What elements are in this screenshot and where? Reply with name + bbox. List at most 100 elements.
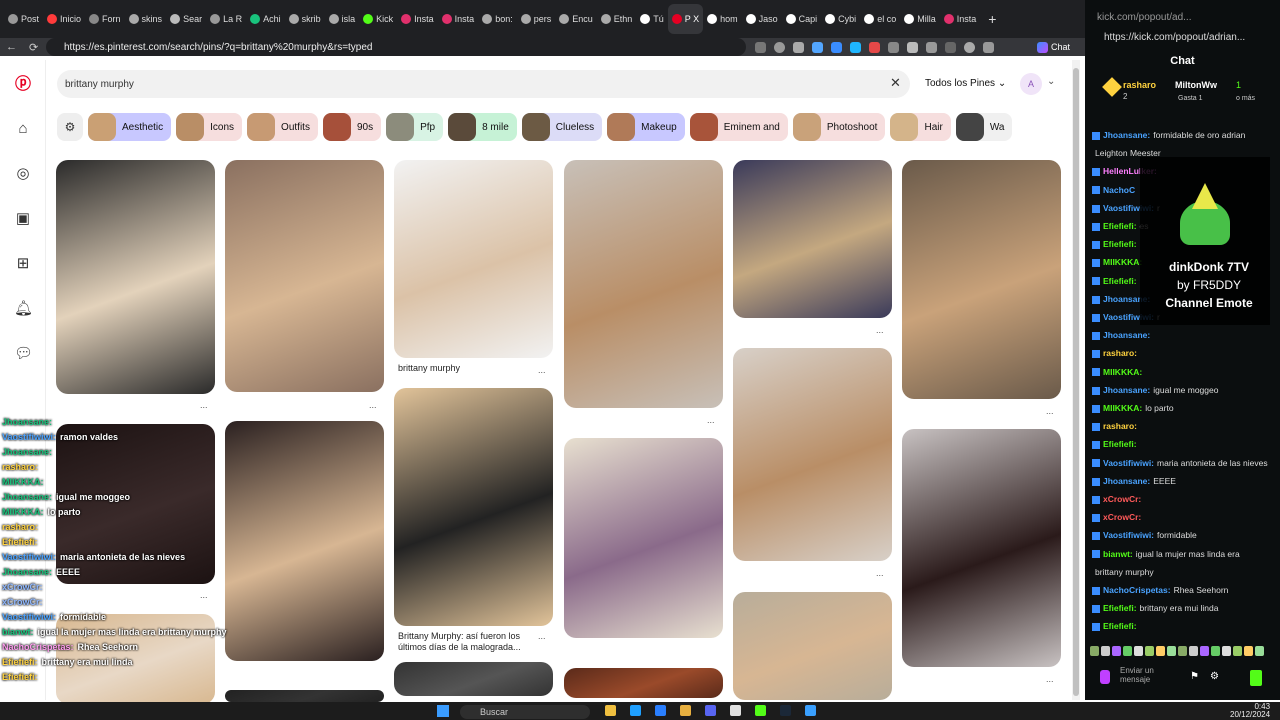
browser-tab[interactable]: Tú (636, 4, 668, 34)
copilot-chat-button[interactable]: Chat (1037, 38, 1070, 56)
new-tab-icon[interactable]: + (980, 11, 1004, 27)
chat-username[interactable]: Efiefiefi: (1103, 603, 1137, 613)
chat-username[interactable]: Efiefiefi: (1103, 439, 1137, 449)
browser-tab[interactable]: isla (325, 4, 360, 34)
pin-image[interactable] (902, 160, 1061, 399)
browser-tab[interactable]: Milla (900, 4, 940, 34)
more-options-icon[interactable]: ... (707, 415, 715, 425)
pin-image[interactable] (564, 668, 723, 698)
browser-tab[interactable]: Achi (246, 4, 285, 34)
explore-icon[interactable]: ◎ (14, 165, 32, 183)
send-button[interactable] (1250, 670, 1262, 686)
browser-tab[interactable]: Cybi (821, 4, 860, 34)
boards-icon[interactable]: ▣ (14, 210, 32, 228)
browser-tab[interactable]: Forn (85, 4, 125, 34)
browser-tab[interactable]: La R (206, 4, 246, 34)
chat-input[interactable]: Enviar un mensaje ⚑ ⚙ (1090, 666, 1265, 692)
emote-icon[interactable] (1222, 646, 1231, 656)
emote-icon[interactable] (1123, 646, 1132, 656)
system-clock[interactable]: 0:43 20/12/2024 (1230, 703, 1270, 719)
filter-chip[interactable]: 8 mile (448, 113, 517, 141)
pin-image[interactable] (225, 160, 384, 392)
extension-icon[interactable] (869, 41, 880, 53)
chat-username[interactable]: Efiefiefi: (1103, 276, 1137, 286)
browser-tab[interactable]: Encu (555, 4, 597, 34)
extension-icon[interactable] (831, 41, 842, 53)
more-options-icon[interactable]: ... (369, 400, 377, 410)
kick-url[interactable]: https://kick.com/popout/adrian... (1104, 32, 1245, 43)
emote-icon[interactable] (1167, 646, 1176, 656)
emote-icon[interactable] (1233, 646, 1242, 656)
chat-username[interactable]: MIIKKKA: (1103, 367, 1142, 377)
browser-tab[interactable]: P X (667, 4, 704, 34)
notifications-icon[interactable]: 🔔︎ (14, 300, 33, 318)
taskbar-app-icon[interactable] (805, 705, 816, 716)
home-icon[interactable]: ⌂ (14, 120, 32, 138)
emote-icon[interactable] (1134, 646, 1143, 656)
pin-image[interactable] (56, 614, 215, 704)
pin-image[interactable] (56, 424, 215, 584)
all-pins-dropdown[interactable]: Todos los Pines ⌄ (925, 78, 1006, 89)
filter-chip[interactable]: Outfits (247, 113, 318, 141)
chat-username[interactable]: Efiefiefi: (1103, 221, 1137, 231)
more-options-icon[interactable]: ... (538, 365, 546, 375)
taskbar-search[interactable]: Buscar (460, 705, 590, 719)
pin-image[interactable] (564, 438, 723, 638)
filter-chip[interactable]: 90s (322, 113, 382, 141)
taskbar-app-icon[interactable] (680, 705, 691, 716)
taskbar-app-icon[interactable] (655, 705, 666, 716)
browser-tab[interactable]: Kick (359, 4, 397, 34)
gift-icon[interactable]: ⚑ (1190, 671, 1199, 682)
emote-icon[interactable] (1244, 646, 1253, 656)
chat-username[interactable]: MIIKKKA: (1103, 403, 1142, 413)
filter-chip[interactable]: Eminem and (689, 113, 788, 141)
browser-tab[interactable]: Sear (166, 4, 206, 34)
chat-username[interactable]: NachoC (1103, 185, 1135, 195)
more-options-icon[interactable]: ... (200, 400, 208, 410)
browser-tab[interactable]: skrib (285, 4, 325, 34)
extension-icon[interactable] (945, 41, 956, 53)
address-bar[interactable]: https://es.pinterest.com/search/pins/?q=… (46, 38, 746, 56)
chat-username[interactable]: Jhoansane: (1103, 385, 1150, 395)
filter-chip[interactable]: Photoshoot (792, 113, 886, 141)
more-options-icon[interactable]: ... (200, 590, 208, 600)
emote-icon[interactable] (1145, 646, 1154, 656)
extensions-icon[interactable] (907, 41, 918, 53)
browser-tab[interactable]: Ethn (597, 4, 637, 34)
pin-title[interactable]: Brittany Murphy: así fueron los (398, 631, 548, 642)
create-icon[interactable]: ⊞ (14, 255, 32, 273)
pin-title[interactable]: últimos días de la malograda... (398, 642, 548, 653)
more-options-icon[interactable]: ... (538, 631, 546, 641)
extension-icon[interactable] (812, 41, 823, 53)
filter-chip[interactable]: Wa (955, 113, 1013, 141)
pinterest-logo-icon[interactable]: ⓟ (14, 76, 32, 94)
pin-image[interactable] (902, 429, 1061, 667)
browser-tab[interactable]: Jaso (742, 4, 782, 34)
extension-icon[interactable] (926, 41, 937, 53)
pin-image[interactable] (394, 160, 553, 358)
filter-chip[interactable]: Pfp (386, 113, 444, 141)
pin-image[interactable] (225, 690, 384, 702)
chat-username[interactable]: Jhoansane: (1103, 476, 1150, 486)
search-input[interactable]: brittany murphy (57, 70, 910, 98)
filter-chip[interactable]: Clueless (521, 113, 603, 141)
emote-icon[interactable] (1156, 646, 1165, 656)
taskbar-app-icon[interactable] (605, 705, 616, 716)
reload-icon[interactable]: ⟳ (29, 41, 38, 54)
settings-icon[interactable]: ⚙ (1210, 671, 1219, 682)
extension-icon[interactable] (850, 41, 861, 53)
more-options-icon[interactable]: ... (1046, 674, 1054, 684)
chat-username[interactable]: NachoCrispetas: (1103, 585, 1171, 595)
taskbar-app-icon[interactable] (705, 705, 716, 716)
chat-username[interactable]: Efiefiefi: (1103, 239, 1137, 249)
chat-username[interactable]: rasharo: (1103, 348, 1137, 358)
pin-image[interactable] (733, 160, 892, 318)
chat-username[interactable]: xCrowCr: (1103, 494, 1141, 504)
more-options-icon[interactable]: ... (876, 325, 884, 335)
filter-chip[interactable]: Makeup (607, 113, 685, 141)
browser-tab[interactable]: Insta (940, 4, 981, 34)
star-icon[interactable] (793, 41, 804, 53)
chat-username[interactable]: MIIKKKA: (1103, 257, 1142, 267)
browser-tab[interactable]: Capi (782, 4, 822, 34)
pin-image[interactable] (733, 348, 892, 561)
